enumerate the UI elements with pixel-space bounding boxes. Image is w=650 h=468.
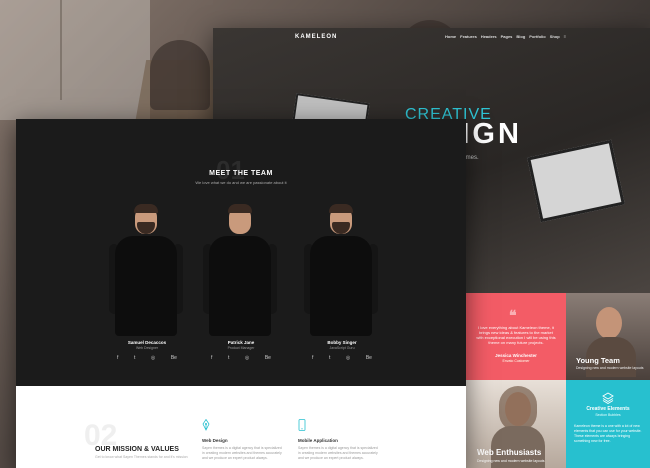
menu-item-headers[interactable]: Headers <box>481 34 497 39</box>
testimonial-role: Envato Customer <box>502 359 530 363</box>
twitter-icon[interactable]: t <box>329 355 330 361</box>
member-name: Patrick Jane <box>227 340 255 345</box>
member-hair <box>329 204 353 213</box>
window-light <box>0 0 150 120</box>
member-body <box>115 236 177 336</box>
menu-item-portfolio[interactable]: Portfolio <box>529 34 545 39</box>
team-member: Samuel Decaccos Web Designer f t ◎ Be <box>107 204 187 374</box>
web-enthusiasts-sub: Designing new and modern website layouts <box>477 459 545 463</box>
team-member: Bobby Singer JavaScript Guru f t ◎ Be <box>302 204 382 374</box>
quote-icon: ❝ <box>509 307 517 323</box>
feature-text: Sayen themes is a digital agency that is… <box>298 446 378 460</box>
mission-title: OUR MISSION & VALUES <box>95 446 179 453</box>
testimonial-tile: ❝ I love everything about Kameleon theme… <box>465 293 566 380</box>
testimonial-quote: I love everything about Kameleon theme, … <box>476 325 556 345</box>
menu-item-blog[interactable]: Blog <box>516 34 525 39</box>
young-team-title: Young Team <box>576 356 620 365</box>
creative-elements-tile: Creative Elements Section Bubbles Kamele… <box>566 380 650 468</box>
team-section: 01 MEET THE TEAM We love what we do and … <box>16 119 466 386</box>
team-subtitle: We love what we do and we are passionate… <box>195 180 287 185</box>
behance-icon[interactable]: Be <box>171 355 177 361</box>
member-hair <box>134 204 158 213</box>
instagram-icon[interactable]: ◎ <box>245 355 249 361</box>
member-role: Product Manager <box>227 346 255 350</box>
member-social: f t ◎ Be <box>117 355 177 361</box>
mission-subtitle: Get to know what Sayen Themes stands for… <box>95 455 188 459</box>
person-photo <box>596 307 622 339</box>
pen-nib-icon <box>202 419 210 431</box>
creative-elements-text: Kameleon theme is a one with a lot of ne… <box>574 424 642 443</box>
feature-text: Sayen themes is a digital agency that is… <box>202 446 282 460</box>
instagram-icon[interactable]: ◎ <box>151 355 155 361</box>
member-role: JavaScript Guru <box>329 346 355 350</box>
person-silhouette <box>150 40 210 110</box>
team-member: Patrick Jane Product Manager f t ◎ Be <box>201 204 281 374</box>
young-team-sub: Designing new and modern website layouts <box>576 366 644 370</box>
member-social: f t ◎ Be <box>211 355 271 361</box>
creative-elements-title: Creative Elements <box>586 406 630 412</box>
front-site-mockup: 01 MEET THE TEAM We love what we do and … <box>16 119 466 468</box>
member-name: Bobby Singer <box>327 340 357 345</box>
menu-item-home[interactable]: Home <box>445 34 456 39</box>
facebook-icon[interactable]: f <box>211 355 212 361</box>
site-logo[interactable]: KAMELEON <box>295 34 337 40</box>
web-enthusiasts-title: Web Enthusiasts <box>477 448 542 457</box>
member-body <box>310 236 372 336</box>
menu-item-features[interactable]: Features <box>460 34 477 39</box>
facebook-icon[interactable]: f <box>312 355 313 361</box>
behance-icon[interactable]: Be <box>265 355 271 361</box>
instagram-icon[interactable]: ◎ <box>346 355 350 361</box>
feature-title: Mobile Application <box>298 438 338 443</box>
phone-icon <box>298 419 306 431</box>
member-role: Web Designer <box>135 346 159 350</box>
member-body <box>209 236 271 336</box>
menu-item-pages[interactable]: Pages <box>501 34 513 39</box>
member-hair <box>228 204 252 213</box>
member-name: Samuel Decaccos <box>127 340 167 345</box>
hamburger-icon[interactable]: ≡ <box>564 34 566 39</box>
window-frame <box>60 0 62 100</box>
young-team-tile[interactable]: Young Team Designing new and modern webs… <box>566 293 650 380</box>
twitter-icon[interactable]: t <box>228 355 229 361</box>
team-title: MEET THE TEAM <box>209 170 273 177</box>
layers-icon <box>602 392 614 404</box>
facebook-icon[interactable]: f <box>117 355 118 361</box>
behance-icon[interactable]: Be <box>366 355 372 361</box>
testimonial-name: Jessica Winchester <box>495 353 537 358</box>
menu-item-shop[interactable]: Shop <box>550 34 560 39</box>
member-social: f t ◎ Be <box>312 355 372 361</box>
feature-title: Web Design <box>202 438 228 443</box>
twitter-icon[interactable]: t <box>134 355 135 361</box>
site-menu: Home Features Headers Pages Blog Portfol… <box>445 34 566 39</box>
creative-elements-role: Section Bubbles <box>595 413 621 417</box>
web-enthusiasts-tile[interactable]: Web Enthusiasts Designing new and modern… <box>465 380 566 468</box>
